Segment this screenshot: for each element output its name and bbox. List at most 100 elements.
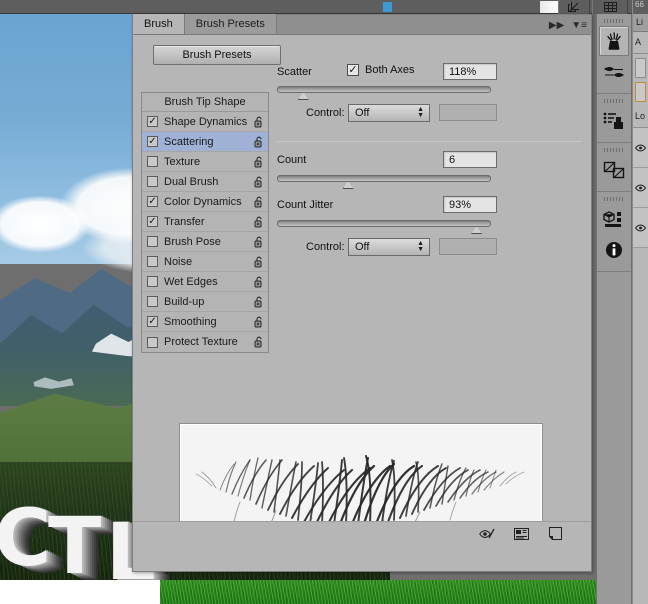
unlocked-padlock-icon[interactable]: [254, 256, 264, 268]
checkbox-noise[interactable]: [147, 256, 158, 267]
list-item-shape-dynamics[interactable]: ✓ Shape Dynamics: [142, 112, 268, 132]
scatter-slider-track[interactable]: [277, 86, 491, 93]
list-item-color-dynamics[interactable]: ✓ Color Dynamics: [142, 192, 268, 212]
new-brush-icon[interactable]: [547, 527, 563, 541]
partial-panel-tab[interactable]: Li: [633, 14, 648, 32]
partial-layers-panel[interactable]: 66 Li A Lo: [632, 0, 648, 604]
tab-brush[interactable]: Brush: [133, 14, 185, 34]
dock-group-layer-comps: [597, 143, 631, 192]
checkbox-build-up[interactable]: [147, 296, 158, 307]
checkbox-transfer[interactable]: ✓: [147, 216, 158, 227]
checkbox-scattering[interactable]: ✓: [147, 136, 158, 147]
options-bar[interactable]: [0, 0, 648, 14]
checkbox-color-dynamics[interactable]: ✓: [147, 196, 158, 207]
create-new-brush-preset-icon[interactable]: [513, 527, 529, 541]
grid-view-button[interactable]: [592, 0, 628, 14]
scatter-slider[interactable]: [277, 85, 491, 100]
dock-button-info[interactable]: [599, 235, 629, 265]
unlocked-padlock-icon[interactable]: [254, 236, 264, 248]
unlocked-padlock-icon[interactable]: [254, 276, 264, 288]
list-item-noise[interactable]: Noise: [142, 252, 268, 272]
list-item-protect-texture[interactable]: Protect Texture: [142, 332, 268, 352]
brush-presets-button[interactable]: Brush Presets: [153, 45, 281, 65]
unlocked-padlock-icon[interactable]: [254, 216, 264, 228]
list-item-transfer[interactable]: ✓ Transfer: [142, 212, 268, 232]
crop-tool-button[interactable]: [558, 0, 590, 14]
checkbox-both-axes[interactable]: ✓: [347, 64, 359, 76]
unlocked-padlock-icon[interactable]: [254, 296, 264, 308]
panel-tab-bar[interactable]: Brush Brush Presets ▶▶ ▼≡: [133, 14, 591, 35]
checkbox-dual-brush[interactable]: [147, 176, 158, 187]
count-jitter-slider-track[interactable]: [277, 220, 491, 227]
panel-menu-icon[interactable]: ▼≡: [571, 21, 587, 31]
measurement-log-icon: [603, 211, 621, 227]
scatter-slider-thumb[interactable]: [297, 92, 309, 100]
count-jitter-slider[interactable]: [277, 219, 491, 234]
dock-grip[interactable]: [604, 99, 624, 103]
checkbox-brush-pose[interactable]: [147, 236, 158, 247]
brush-panel[interactable]: Brush Brush Presets ▶▶ ▼≡ Brush Presets …: [132, 14, 592, 572]
brush-panel-footer[interactable]: [133, 521, 591, 545]
right-panel-dock[interactable]: [596, 14, 632, 604]
unlocked-padlock-icon[interactable]: [254, 316, 264, 328]
layer-visibility-toggle[interactable]: [633, 168, 648, 208]
chevron-updown-icon[interactable]: ▲ ▼: [417, 106, 424, 119]
document-white-edge: [0, 580, 160, 604]
dock-grip[interactable]: [604, 19, 624, 23]
dock-button-tool-presets[interactable]: [599, 106, 629, 136]
count-slider-thumb[interactable]: [342, 181, 354, 189]
list-item-label: Protect Texture: [164, 336, 238, 348]
list-item-brush-pose[interactable]: Brush Pose: [142, 232, 268, 252]
list-item-wet-edges[interactable]: Wet Edges: [142, 272, 268, 292]
unlocked-padlock-icon[interactable]: [254, 196, 264, 208]
list-item-smoothing[interactable]: ✓ Smoothing: [142, 312, 268, 332]
unlocked-padlock-icon[interactable]: [254, 116, 264, 128]
dock-grip[interactable]: [604, 148, 624, 152]
brush-stroke-preview[interactable]: [179, 423, 543, 527]
count-jitter-control-select[interactable]: Off ▲ ▼: [348, 238, 430, 256]
dock-button-layer-comps[interactable]: [599, 155, 629, 185]
count-jitter-control-extra-field[interactable]: [439, 238, 497, 255]
unlocked-padlock-icon[interactable]: [254, 176, 264, 188]
brushes-panel-icon: [607, 32, 621, 50]
partial-panel-button-highlight[interactable]: [635, 82, 646, 102]
checkbox-shape-dynamics[interactable]: ✓: [147, 116, 158, 127]
options-bar-field[interactable]: [540, 1, 558, 13]
count-slider[interactable]: [277, 174, 491, 189]
layer-visibility-toggle[interactable]: [633, 208, 648, 248]
count-jitter-value-field[interactable]: 93%: [443, 196, 497, 213]
both-axes-checkbox-group[interactable]: ✓ Both Axes: [347, 64, 415, 76]
scatter-value-field[interactable]: 118%: [443, 63, 497, 80]
unlocked-padlock-icon[interactable]: [254, 136, 264, 148]
dock-button-brushes[interactable]: [599, 26, 629, 56]
checkbox-texture[interactable]: [147, 156, 158, 167]
partial-panel-button[interactable]: [635, 58, 646, 78]
dock-button-brush-presets[interactable]: [599, 57, 629, 87]
count-value-field[interactable]: 6: [443, 151, 497, 168]
brush-option-list[interactable]: Brush Tip Shape ✓ Shape Dynamics ✓ Scatt…: [141, 92, 269, 353]
unlocked-padlock-icon[interactable]: [254, 336, 264, 348]
list-item-texture[interactable]: Texture: [142, 152, 268, 172]
checkbox-wet-edges[interactable]: [147, 276, 158, 287]
brush-tip-shape-header[interactable]: Brush Tip Shape: [142, 93, 268, 112]
count-jitter-slider-thumb[interactable]: [471, 226, 483, 234]
tab-brush-presets[interactable]: Brush Presets: [184, 14, 277, 34]
scatter-control-select[interactable]: Off ▲ ▼: [348, 104, 430, 122]
chevron-updown-icon[interactable]: ▲ ▼: [417, 240, 424, 253]
checkbox-protect-texture[interactable]: [147, 336, 158, 348]
list-item-label: Scattering: [164, 135, 214, 148]
scatter-control-extra-field[interactable]: [439, 104, 497, 121]
count-slider-track[interactable]: [277, 175, 491, 182]
foreground-color-swatch[interactable]: [383, 2, 392, 12]
layer-visibility-toggle[interactable]: [633, 128, 648, 168]
checkbox-smoothing[interactable]: ✓: [147, 316, 158, 327]
grid-icon: [603, 2, 617, 12]
unlocked-padlock-icon[interactable]: [254, 156, 264, 168]
collapse-panel-icon[interactable]: ▶▶: [549, 21, 564, 31]
list-item-build-up[interactable]: Build-up: [142, 292, 268, 312]
dock-button-measurement-log[interactable]: [599, 204, 629, 234]
toggle-brush-preview-icon[interactable]: [479, 527, 495, 541]
list-item-scattering[interactable]: ✓ Scattering: [142, 132, 268, 152]
dock-grip[interactable]: [604, 197, 624, 201]
list-item-dual-brush[interactable]: Dual Brush: [142, 172, 268, 192]
